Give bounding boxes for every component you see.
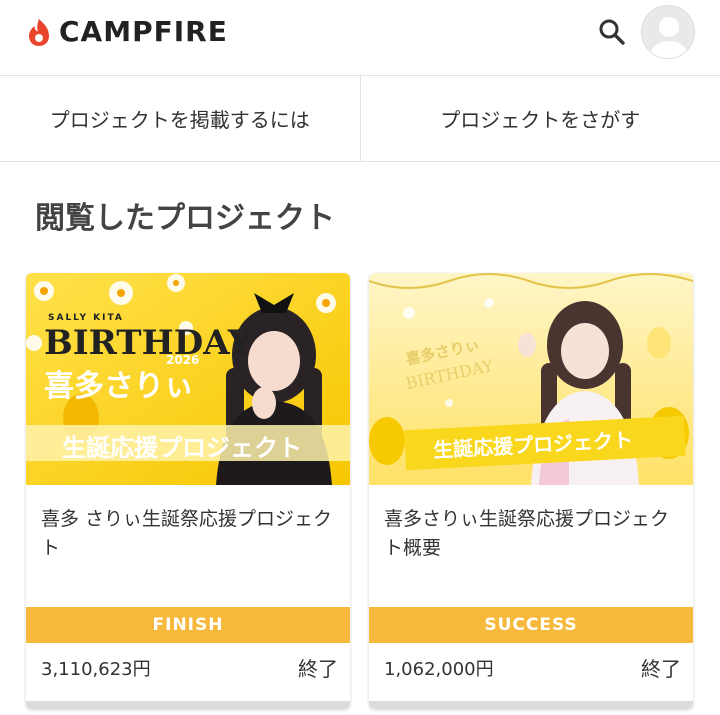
campfire-flame-icon — [29, 19, 49, 46]
funded-amount: 1,062,000円 — [384, 659, 494, 680]
nav-item-post-project[interactable]: プロジェクトを掲載するには — [0, 76, 360, 161]
thumb-banner: 生誕応援プロジェクト — [62, 434, 302, 462]
user-avatar[interactable] — [641, 5, 695, 59]
section-title: 閲覧したプロジェクト — [35, 201, 335, 236]
logo-text: CAMPFIRE — [59, 15, 228, 48]
project-title[interactable]: 喜多 さりぃ生誕祭応援プロジェクト — [41, 505, 336, 563]
project-thumbnail[interactable]: 喜多さりぃ BIRTHDAY 生誕応援プロジェクト — [369, 273, 693, 485]
search-icon — [599, 19, 625, 45]
project-thumbnail[interactable]: SALLY KITA BIRTHDAY 2026 喜多さりぃ 生誕応援プロジェク… — [26, 273, 350, 485]
card-footer-strip — [26, 701, 350, 709]
project-state: 終了 — [298, 657, 338, 681]
search-button[interactable] — [596, 16, 628, 48]
main-nav: プロジェクトを掲載するには プロジェクトをさがす — [0, 76, 720, 162]
funded-amount: 3,110,623円 — [41, 659, 151, 680]
user-icon — [650, 17, 688, 58]
nav-item-find-project[interactable]: プロジェクトをさがす — [359, 76, 720, 161]
thumb-small-name: SALLY KITA — [48, 313, 124, 323]
thumb-headline: BIRTHDAY — [44, 323, 253, 363]
project-card[interactable]: SALLY KITA BIRTHDAY 2026 喜多さりぃ 生誕応援プロジェク… — [26, 273, 350, 709]
status-badge: FINISH — [26, 607, 350, 643]
site-header: CAMPFIRE — [0, 0, 720, 76]
campfire-logo[interactable]: CAMPFIRE — [27, 14, 228, 50]
card-footer-strip — [369, 701, 693, 709]
project-card[interactable]: 喜多さりぃ BIRTHDAY 生誕応援プロジェクト 喜多さりぃ生誕祭応援プロジェ… — [369, 273, 693, 709]
status-badge: SUCCESS — [369, 607, 693, 643]
thumb-name: 喜多さりぃ — [44, 369, 194, 404]
project-state: 終了 — [641, 657, 681, 681]
project-title[interactable]: 喜多さりぃ生誕祭応援プロジェクト概要 — [384, 505, 679, 563]
